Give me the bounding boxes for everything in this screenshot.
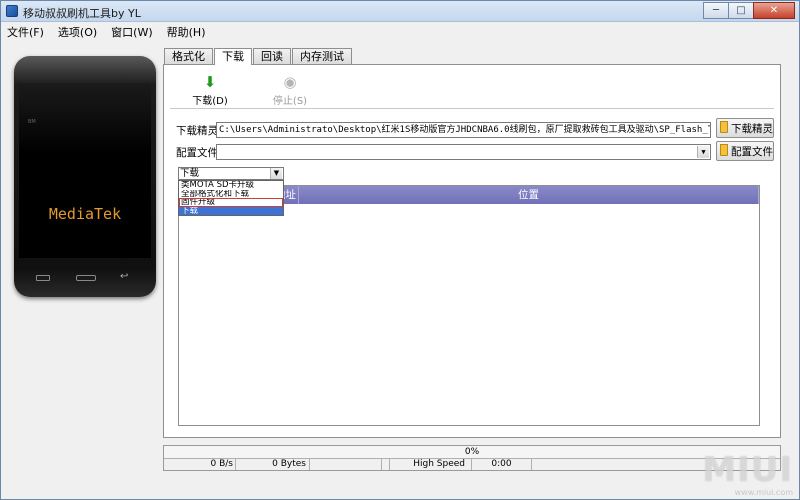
toolbar-divider [170,108,774,109]
download-panel: ⬇ 下载(D) ◉ 停止(S) 下载精灵 C:\Users\Administra… [163,64,781,438]
column-location[interactable]: 位置 [299,186,759,204]
mode-select[interactable]: 下载 ▼ [178,167,284,180]
download-button[interactable]: ⬇ 下载(D) [180,73,240,107]
minimize-button[interactable]: ─ [703,2,729,19]
miui-watermark-url: www.miui.com [734,488,793,497]
miui-watermark: MIUI [702,450,793,490]
scatter-file-button-label: 配置文件 [731,145,773,158]
status-cell-empty [382,459,390,470]
stop-button[interactable]: ◉ 停止(S) [260,73,320,107]
tab-format[interactable]: 格式化 [164,48,213,64]
stop-disc-icon: ◉ [283,73,297,91]
menu-file[interactable]: 文件(F) [7,24,44,40]
tab-memory-test[interactable]: 内存测试 [292,48,352,64]
phone-illustration: BM MediaTek ↩ [14,56,156,297]
menu-help[interactable]: 帮助(H) [167,24,206,40]
phone-brand: BM [28,119,36,125]
phone-home-key-icon [76,275,96,281]
progress-text: 0% [464,447,480,457]
phone-back-key-icon: ↩ [120,271,129,282]
tab-readback[interactable]: 回读 [253,48,291,64]
mediatek-logo-text: MediaTek [48,205,122,223]
scatter-file-label: 配置文件 [176,147,218,159]
tab-download[interactable]: 下载 [214,48,252,65]
download-arrow-icon: ⬇ [203,73,217,91]
download-label: 下载(D) [192,96,228,107]
download-agent-button-label: 下载精灵 [731,122,773,135]
mode-option-download[interactable]: 下载 [179,206,283,215]
menu-window[interactable]: 窗口(W) [111,24,152,40]
folder-icon [720,144,728,156]
scatter-file-field[interactable]: ▼ [216,144,711,160]
status-speed: 0 B/s [164,459,236,470]
phone-keys: ↩ [14,271,156,285]
chevron-down-icon[interactable]: ▼ [697,146,709,158]
download-agent-button[interactable]: 下载精灵 [716,118,774,138]
app-icon [6,5,18,17]
window-title: 移动叔叔刷机工具by YL [23,7,141,20]
mode-select-value: 下载 [180,168,200,179]
maximize-button[interactable]: □ [728,2,754,19]
mode-option-mota-sd[interactable]: 类MOTA SD卡升级 [179,181,283,190]
mode-dropdown-list: 类MOTA SD卡升级 全部格式化和下载 固件升级 下载 [178,180,284,216]
menu-options[interactable]: 选项(O) [58,24,97,40]
scatter-file-button[interactable]: 配置文件 [716,141,774,161]
menu-bar: 文件(F) 选项(O) 窗口(W) 帮助(H) [1,22,799,41]
title-bar: 移动叔叔刷机工具by YL ─ □ ✕ [1,1,799,22]
phone-menu-key-icon [36,275,50,281]
download-agent-field[interactable]: C:\Users\Administrato\Desktop\红米1S移动版官方J… [216,122,711,138]
tab-bar: 格式化 下载 回读 内存测试 [164,48,353,65]
stop-label: 停止(S) [272,96,308,107]
mode-option-format-all-download[interactable]: 全部格式化和下载 [179,190,283,199]
window-controls: ─ □ ✕ [703,2,795,19]
mode-option-firmware-upgrade[interactable]: 固件升级 [179,198,283,207]
chevron-down-icon[interactable]: ▼ [270,168,282,179]
status-bar: 0% 0 B/s 0 Bytes High Speed 0:00 [163,445,781,471]
folder-icon [720,121,728,133]
progress-bar: 0% [164,446,780,459]
partition-table: 地址 位置 [178,185,760,426]
phone-screen: BM MediaTek [19,83,151,258]
download-agent-label: 下载精灵 [176,125,218,137]
status-cell-empty [310,459,382,470]
app-window: 移动叔叔刷机工具by YL ─ □ ✕ 文件(F) 选项(O) 窗口(W) 帮助… [0,0,800,500]
status-bytes: 0 Bytes [236,459,310,470]
status-row: 0 B/s 0 Bytes High Speed 0:00 [164,459,780,470]
close-button[interactable]: ✕ [753,2,795,19]
status-time: 0:00 [472,459,532,470]
status-mode: High Speed [390,459,472,470]
